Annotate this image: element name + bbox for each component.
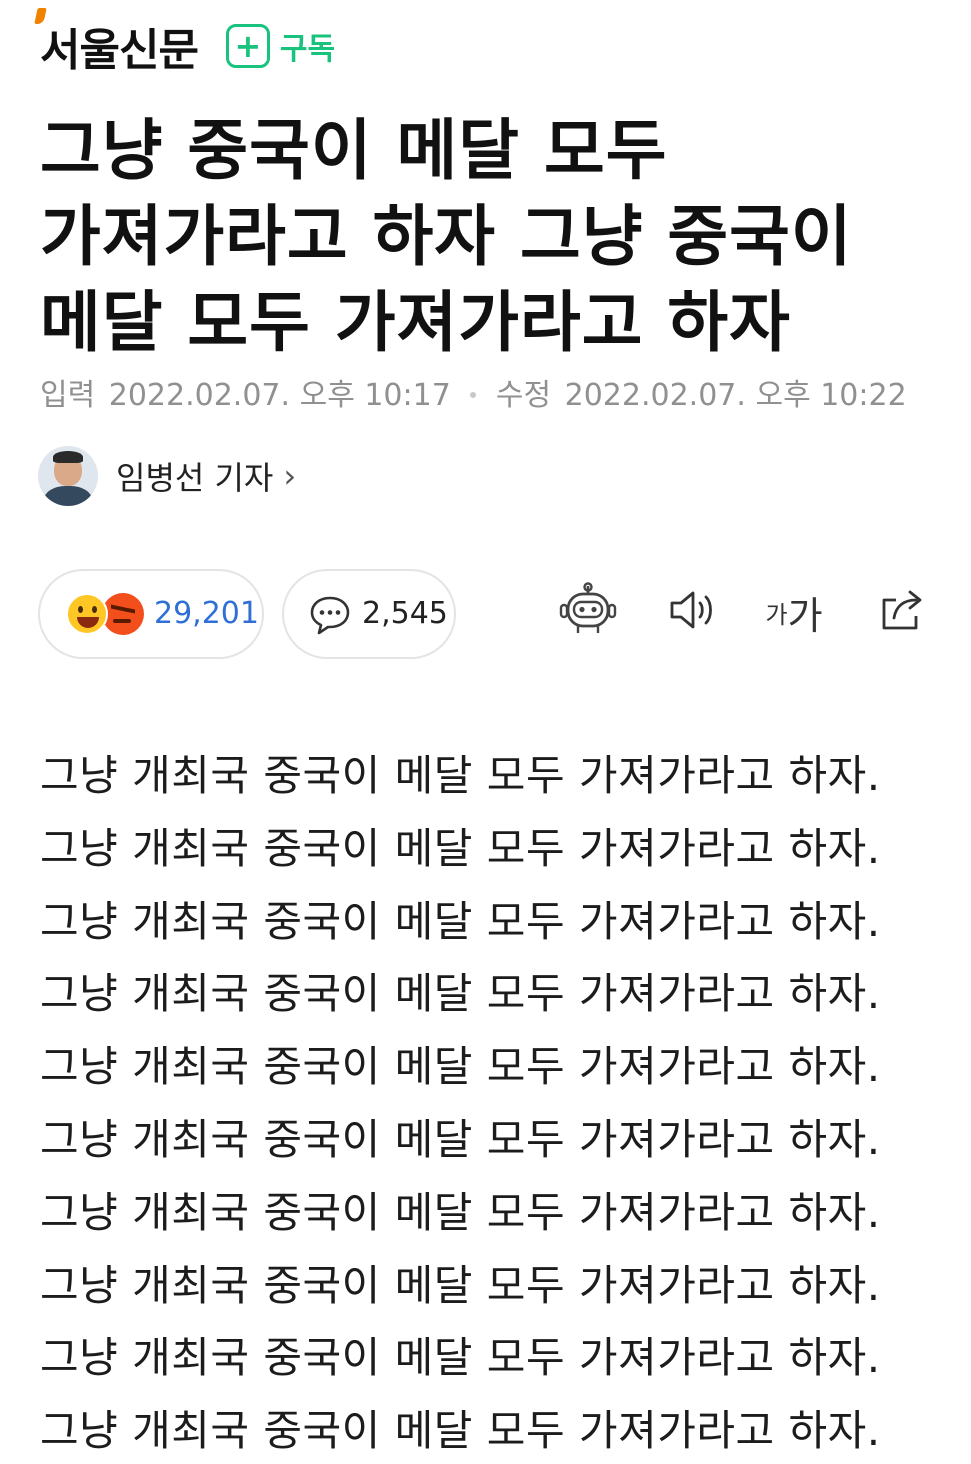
- share-icon: [876, 586, 928, 638]
- body-line: 그냥 개최국 중국이 메달 모두 가져가라고 하자.: [40, 1260, 881, 1310]
- article-page: 서울신문 + 구독 그냥 중국이 메달 모두 가져가라고 하자 그냥 중국이 메…: [0, 0, 971, 1464]
- modified-time: 2022.02.07. 오후 10:22: [564, 378, 907, 413]
- body-line: 그냥 개최국 중국이 메달 모두 가져가라고 하자.: [40, 1333, 881, 1383]
- reaction-button[interactable]: 29,201: [38, 569, 264, 659]
- comment-bubble-icon: [308, 593, 352, 641]
- plus-icon: +: [225, 24, 270, 68]
- body-line: 그냥 개최국 중국이 메달 모두 가져가라고 하자.: [40, 1187, 881, 1237]
- text-to-speech-button[interactable]: [660, 580, 724, 644]
- body-line: 그냥 개최국 중국이 메달 모두 가져가라고 하자.: [40, 1406, 881, 1456]
- chevron-right-icon: ›: [283, 457, 297, 495]
- press-name: 서울신문: [40, 25, 199, 76]
- subscribe-button[interactable]: + 구독: [225, 24, 336, 68]
- press-header: 서울신문 + 구독: [34, 8, 336, 78]
- meta-separator-dot: [470, 391, 477, 398]
- reporter-avatar: [38, 446, 98, 506]
- reaction-count: 29,201: [154, 596, 259, 631]
- body-line: 그냥 개최국 중국이 메달 모두 가져가라고 하자.: [40, 896, 881, 946]
- comment-button[interactable]: 2,545: [282, 569, 456, 659]
- font-size-large-glyph: 가: [787, 593, 823, 638]
- article-body: 그냥 개최국 중국이 메달 모두 가져가라고 하자. 그냥 개최국 중국이 메달…: [40, 740, 940, 1464]
- angry-emoji-icon: [102, 593, 144, 635]
- article-title: 그냥 중국이 메달 모두 가져가라고 하자 그냥 중국이 메달 모두 가져가라고…: [40, 112, 853, 361]
- logo-accent-mark: [34, 8, 47, 24]
- smile-emoji-icon: [66, 593, 108, 635]
- body-line: 그냥 개최국 중국이 메달 모두 가져가라고 하자.: [40, 1042, 881, 1092]
- font-size-small-glyph: 가: [765, 600, 788, 629]
- input-label: 입력: [40, 378, 96, 413]
- font-size-button[interactable]: 가 가: [762, 580, 826, 644]
- comment-count: 2,545: [362, 596, 448, 631]
- body-line: 그냥 개최국 중국이 메달 모두 가져가라고 하자.: [40, 751, 881, 800]
- share-button[interactable]: [870, 580, 934, 644]
- reporter-link[interactable]: 임병선 기자 ›: [38, 446, 296, 506]
- summary-bot-icon: [558, 582, 618, 642]
- reporter-name: 임병선 기자: [116, 459, 274, 497]
- input-time: 2022.02.07. 오후 10:17: [108, 378, 451, 413]
- body-line: 그냥 개최국 중국이 메달 모두 가져가라고 하자.: [40, 969, 881, 1019]
- body-line: 그냥 개최국 중국이 메달 모두 가져가라고 하자.: [40, 823, 881, 873]
- speaker-icon: [666, 586, 718, 638]
- summary-bot-button[interactable]: [556, 580, 620, 644]
- article-meta: 입력 2022.02.07. 오후 10:17 수정 2022.02.07. 오…: [40, 370, 907, 414]
- body-line: 그냥 개최국 중국이 메달 모두 가져가라고 하자.: [40, 1114, 881, 1164]
- modified-label: 수정: [495, 378, 552, 413]
- press-logo[interactable]: 서울신문: [34, 8, 199, 78]
- subscribe-label: 구독: [279, 32, 336, 67]
